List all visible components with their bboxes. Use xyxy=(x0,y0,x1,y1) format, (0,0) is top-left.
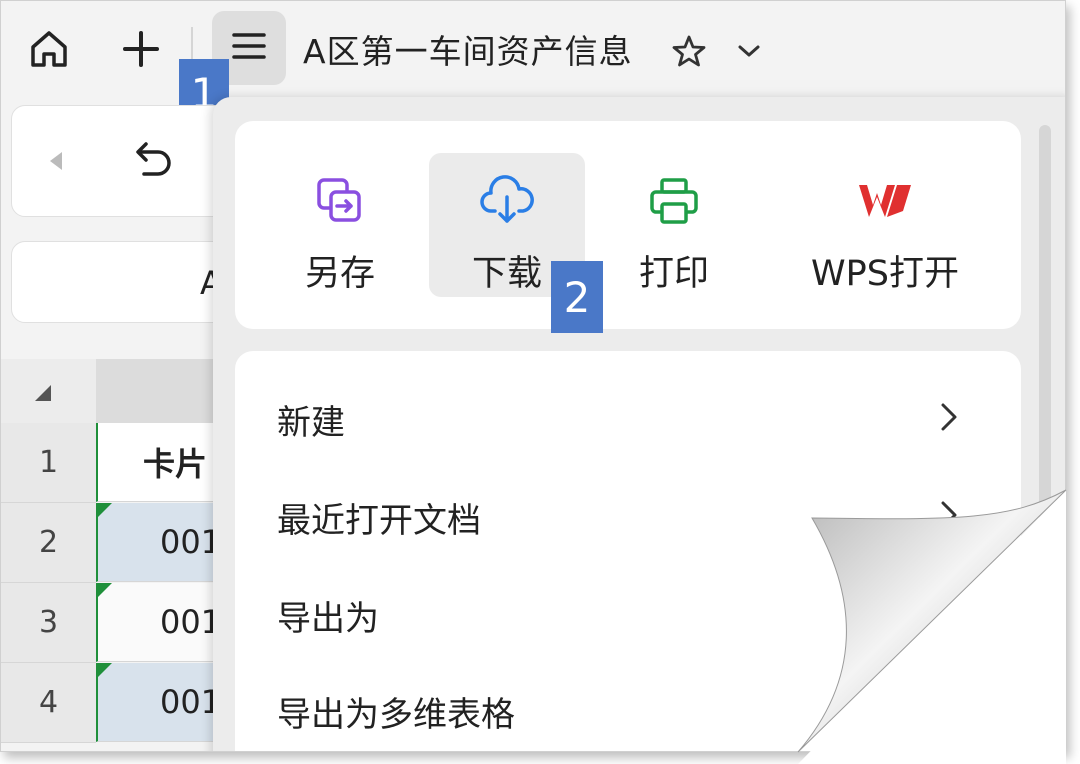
column-header[interactable] xyxy=(96,359,221,423)
cell-marker xyxy=(98,663,112,677)
menu-list: 新建 最近打开文档 导出为 导出为多维表格 xyxy=(235,351,1021,751)
menu-item-label: 导出为多维表格 xyxy=(277,695,515,735)
cloud-download-icon xyxy=(479,175,535,227)
cell-text: 卡片 xyxy=(143,445,208,483)
star-icon[interactable] xyxy=(669,31,709,71)
table-cell[interactable]: 001 xyxy=(96,503,221,582)
cell-text: 001 xyxy=(160,523,221,561)
print-button[interactable]: 打印 xyxy=(609,153,739,297)
open-in-wps-button[interactable]: WPS打开 xyxy=(785,153,985,297)
row-number[interactable]: 1 xyxy=(1,423,96,503)
document-title[interactable]: A区第一车间资产信息 xyxy=(303,25,633,73)
row-number[interactable]: 3 xyxy=(1,583,96,663)
open-in-wps-label: WPS打开 xyxy=(811,254,959,294)
save-as-button[interactable]: 另存 xyxy=(275,153,405,297)
cell-marker xyxy=(98,503,112,517)
wps-logo-icon xyxy=(857,175,913,227)
print-label: 打印 xyxy=(638,254,709,294)
select-all-corner[interactable] xyxy=(1,359,96,423)
undo-icon[interactable] xyxy=(130,140,174,186)
formula-bar[interactable]: A xyxy=(11,241,233,323)
title-bar: A区第一车间资产信息 xyxy=(1,1,1065,97)
menu-item-export-multidimensional[interactable]: 导出为多维表格 xyxy=(277,687,515,736)
editing-toolbar xyxy=(11,105,233,217)
menu-icon xyxy=(231,31,267,65)
quick-actions-card: 另存 下载 打印 WPS打开 xyxy=(235,121,1021,329)
chevron-down-icon[interactable] xyxy=(731,33,767,69)
step-badge-2: 2 xyxy=(551,261,603,333)
table-cell[interactable]: 001 xyxy=(96,663,221,742)
chevron-right-icon xyxy=(939,401,959,437)
cell-text: 001 xyxy=(160,683,221,721)
table-cell[interactable]: 001 xyxy=(96,583,221,662)
scrollbar[interactable] xyxy=(1039,125,1051,595)
menu-item-new[interactable]: 新建 xyxy=(277,395,345,444)
printer-icon xyxy=(648,175,700,227)
cell-text: 001 xyxy=(160,603,221,641)
download-label: 下载 xyxy=(471,254,542,294)
menu-item-label: 最近打开文档 xyxy=(277,501,481,541)
menu-item-recent-documents[interactable]: 最近打开文档 xyxy=(277,493,481,542)
row-number[interactable]: 2 xyxy=(1,503,96,583)
file-menu-panel: 另存 下载 打印 WPS打开 新建 最近打开文档 导出为 导出为多维表格 xyxy=(213,97,1065,751)
cell-marker xyxy=(98,583,112,597)
spreadsheet-grid: 1 卡片 2 001 3 001 4 001 xyxy=(1,359,221,751)
table-cell[interactable]: 卡片 xyxy=(96,423,221,502)
menu-item-label: 新建 xyxy=(277,403,345,443)
left-arrow-icon[interactable] xyxy=(46,150,66,176)
row-number[interactable]: 4 xyxy=(1,663,96,743)
save-as-icon xyxy=(315,175,365,227)
home-icon[interactable] xyxy=(25,25,73,73)
menu-item-export-as[interactable]: 导出为 xyxy=(277,591,379,640)
plus-icon[interactable] xyxy=(117,25,165,73)
app-window: A区第一车间资产信息 1 A 1 卡片 2 001 3 001 4 001 另存… xyxy=(0,0,1066,752)
save-as-label: 另存 xyxy=(304,254,375,294)
menu-item-label: 导出为 xyxy=(277,599,379,639)
chevron-right-icon xyxy=(939,499,959,535)
